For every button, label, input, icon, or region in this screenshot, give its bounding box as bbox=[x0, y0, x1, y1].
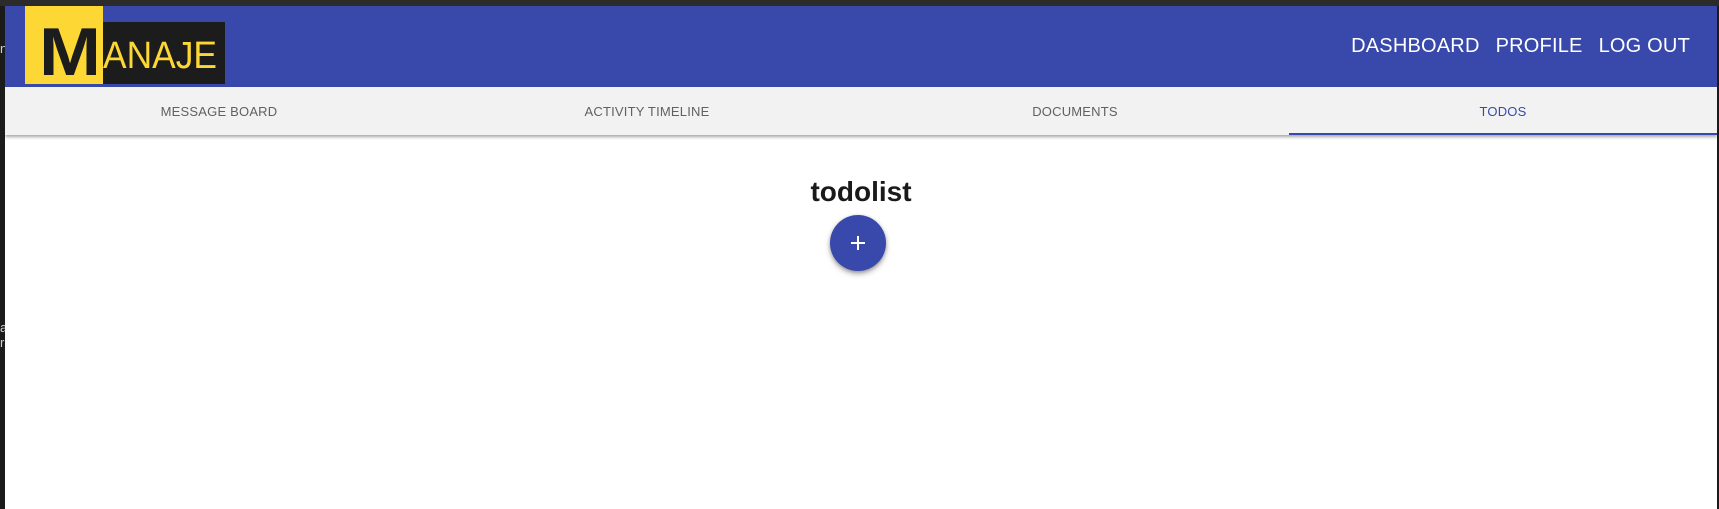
manaje-logo[interactable]: M ANAJE bbox=[25, 6, 225, 84]
nav-dashboard-link[interactable]: DASHBOARD bbox=[1351, 35, 1480, 58]
plus-icon bbox=[851, 236, 865, 250]
active-tab-indicator bbox=[1289, 133, 1717, 135]
tab-label: MESSAGE BOARD bbox=[160, 103, 278, 119]
nav-logout-link[interactable]: LOG OUT bbox=[1599, 35, 1690, 58]
app-window: M ANAJE DASHBOARD PROFILE LOG OUT MESSAG… bbox=[5, 6, 1717, 509]
tab-label: ACTIVITY TIMELINE bbox=[584, 103, 710, 119]
tab-activity-timeline[interactable]: ACTIVITY TIMELINE bbox=[433, 87, 861, 135]
app-bar: M ANAJE DASHBOARD PROFILE LOG OUT bbox=[5, 6, 1717, 87]
tab-label: TODOS bbox=[1479, 103, 1527, 119]
logo-letter-m: M bbox=[39, 14, 101, 84]
logo-letters-rest: ANAJE bbox=[103, 35, 217, 77]
tab-label: DOCUMENTS bbox=[1032, 103, 1118, 119]
tab-todos[interactable]: TODOS bbox=[1289, 87, 1717, 135]
page-title: todolist bbox=[810, 176, 912, 207]
add-todo-button[interactable] bbox=[830, 215, 886, 271]
main-content: todolist bbox=[5, 135, 1717, 509]
top-nav: DASHBOARD PROFILE LOG OUT bbox=[1335, 6, 1690, 87]
tab-documents[interactable]: DOCUMENTS bbox=[861, 87, 1289, 135]
nav-profile-link[interactable]: PROFILE bbox=[1496, 35, 1583, 58]
tab-message-board[interactable]: MESSAGE BOARD bbox=[5, 87, 433, 135]
project-tabs: MESSAGE BOARD ACTIVITY TIMELINE DOCUMENT… bbox=[5, 87, 1717, 135]
